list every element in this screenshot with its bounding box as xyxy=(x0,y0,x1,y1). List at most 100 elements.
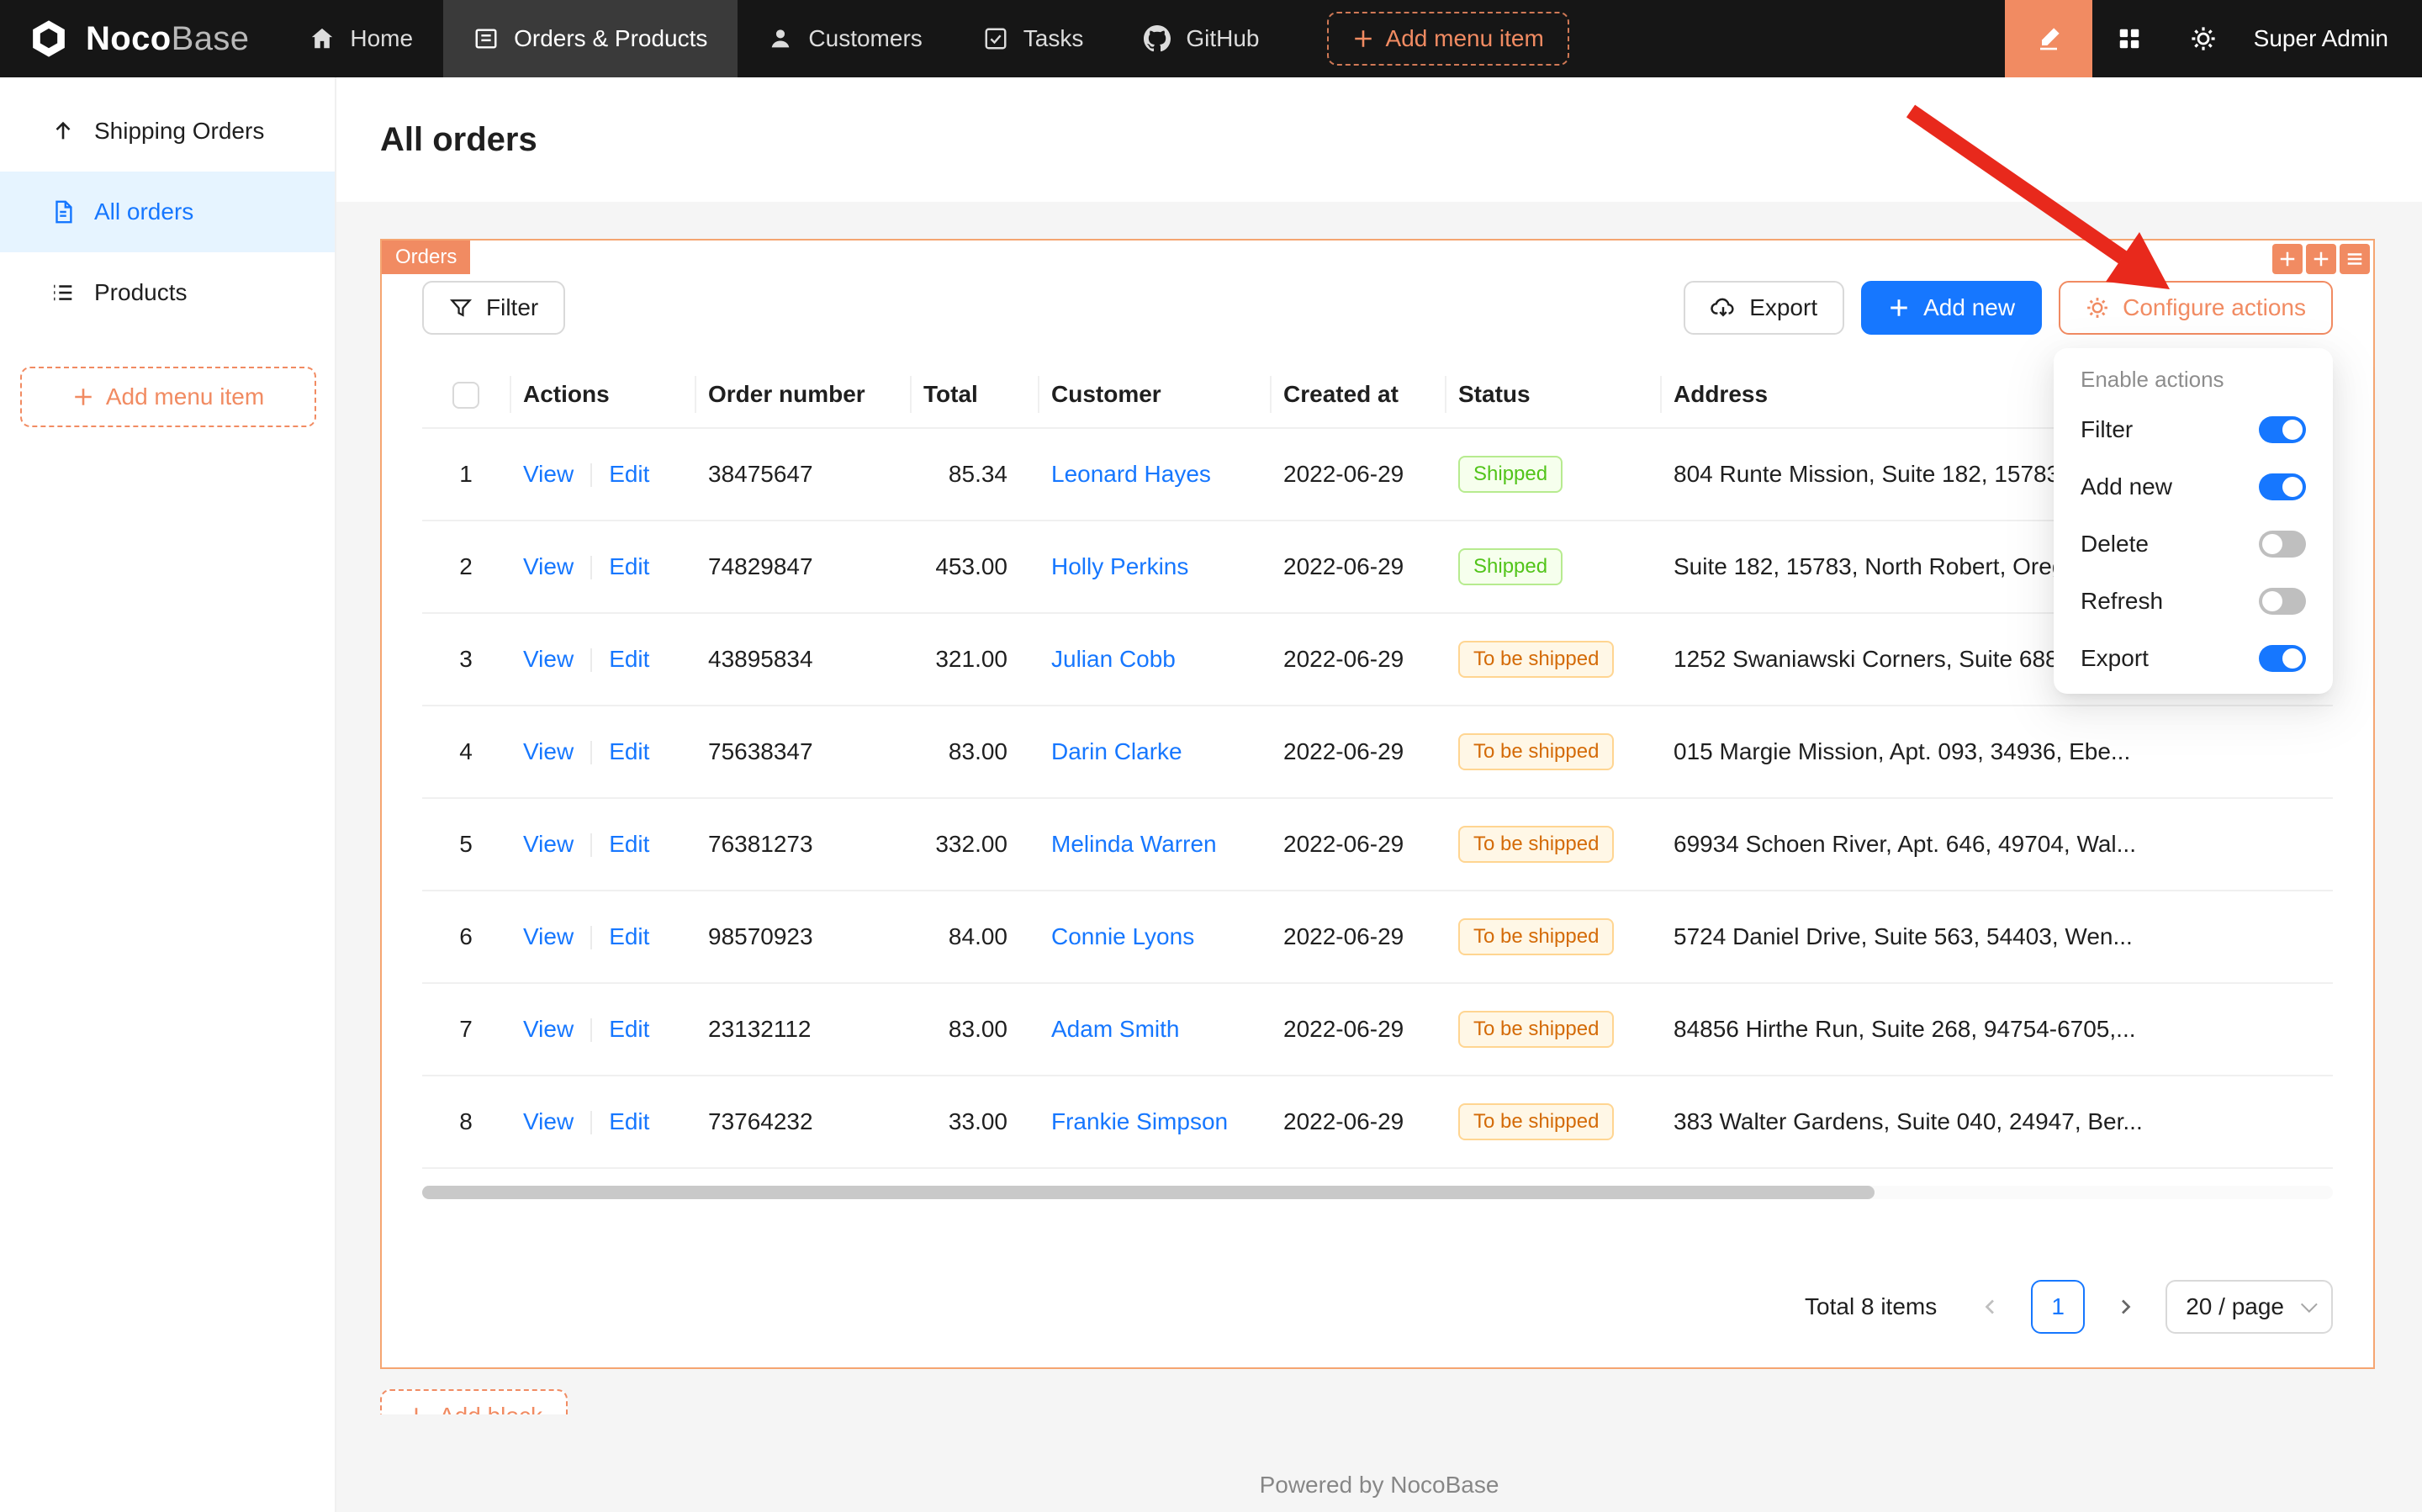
content-area: Orders Filter xyxy=(336,202,2422,1512)
brand[interactable]: NocoBase xyxy=(0,0,279,77)
list-icon xyxy=(50,280,76,305)
cell-order-number: 23132112 xyxy=(695,983,910,1076)
toggle-switch[interactable] xyxy=(2259,645,2306,672)
plugin-manager-button[interactable] xyxy=(2092,0,2166,77)
toggle-switch[interactable] xyxy=(2259,531,2306,558)
view-link[interactable]: View xyxy=(523,646,574,672)
cell-address: 383 Walter Gardens, Suite 040, 24947, Be… xyxy=(1660,1076,2333,1168)
gear-icon xyxy=(2086,296,2109,320)
ui-editor-button[interactable] xyxy=(2005,0,2092,77)
edit-link[interactable]: Edit xyxy=(609,1016,649,1042)
user-menu[interactable]: Super Admin xyxy=(2240,0,2422,77)
row-actions: View Edit xyxy=(510,798,695,891)
sidebar-add-menu-item-button[interactable]: Add menu item xyxy=(20,367,316,427)
view-link[interactable]: View xyxy=(523,738,574,764)
main-area: All orders Orders Filter xyxy=(336,77,2422,1512)
enable-action-delete[interactable]: Delete xyxy=(2060,515,2326,573)
select-all-checkbox[interactable] xyxy=(452,382,479,409)
edit-link[interactable]: Edit xyxy=(609,1108,649,1134)
customer-link[interactable]: Connie Lyons xyxy=(1051,923,1194,949)
view-link[interactable]: View xyxy=(523,553,574,579)
sidebar-item-shipping-orders[interactable]: Shipping Orders xyxy=(0,91,335,172)
column-header-created-at: Created at xyxy=(1270,362,1445,428)
edit-link[interactable]: Edit xyxy=(609,646,649,672)
edit-link[interactable]: Edit xyxy=(609,461,649,487)
chevron-down-icon xyxy=(2301,1296,2318,1313)
edit-link[interactable]: Edit xyxy=(609,738,649,764)
column-header-status: Status xyxy=(1445,362,1660,428)
main-layout: Shipping Orders All orders Products Add me… xyxy=(0,77,2422,1512)
add-new-button[interactable]: Add new xyxy=(1861,281,2042,335)
customer-link[interactable]: Frankie Simpson xyxy=(1051,1108,1228,1134)
cell-status: Shipped xyxy=(1445,428,1660,521)
customer-link[interactable]: Holly Perkins xyxy=(1051,553,1188,579)
cell-customer: Holly Perkins xyxy=(1038,521,1270,613)
orders-table: Actions Order number Total Customer Crea… xyxy=(422,362,2333,1169)
enable-action-filter[interactable]: Filter xyxy=(2060,401,2326,458)
cell-status: To be shipped xyxy=(1445,613,1660,706)
table-row: 7ViewEdit2313211283.00Adam Smith2022-06-… xyxy=(422,983,2333,1076)
plus-icon xyxy=(72,386,94,408)
customer-link[interactable]: Julian Cobb xyxy=(1051,646,1176,672)
sidebar-item-label: All orders xyxy=(94,198,193,225)
block-settings-icon[interactable] xyxy=(2340,244,2370,274)
nav-item-home[interactable]: Home xyxy=(279,0,443,77)
nav-item-orders-products[interactable]: Orders & Products xyxy=(443,0,738,77)
nav-item-tasks[interactable]: Tasks xyxy=(953,0,1114,77)
page-size-select[interactable]: 20 / page xyxy=(2166,1280,2333,1334)
file-icon xyxy=(50,199,76,225)
filter-button[interactable]: Filter xyxy=(422,281,565,335)
drag-handle-icon[interactable] xyxy=(2272,244,2303,274)
nav-add-menu-item-button[interactable]: Add menu item xyxy=(1327,12,1569,66)
edit-link[interactable]: Edit xyxy=(609,831,649,857)
settings-button[interactable] xyxy=(2166,0,2240,77)
export-button[interactable]: Export xyxy=(1684,281,1844,335)
toggle-switch[interactable] xyxy=(2259,416,2306,443)
toggle-switch[interactable] xyxy=(2259,588,2306,615)
customer-link[interactable]: Darin Clarke xyxy=(1051,738,1182,764)
status-badge: To be shipped xyxy=(1458,641,1614,678)
view-link[interactable]: View xyxy=(523,461,574,487)
top-navbar: NocoBase HomeOrders & ProductsCustomersT… xyxy=(0,0,2422,77)
customer-link[interactable]: Adam Smith xyxy=(1051,1016,1180,1042)
enable-action-label: Delete xyxy=(2081,531,2149,558)
add-block-button[interactable]: Add block xyxy=(380,1389,568,1414)
view-link[interactable]: View xyxy=(523,923,574,949)
configure-actions-button[interactable]: Configure actions xyxy=(2059,281,2333,335)
cell-status: To be shipped xyxy=(1445,983,1660,1076)
view-link[interactable]: View xyxy=(523,1108,574,1134)
sidebar-item-products[interactable]: Products xyxy=(0,252,335,333)
edit-link[interactable]: Edit xyxy=(609,923,649,949)
gear-icon xyxy=(2190,25,2217,52)
enable-action-add-new[interactable]: Add new xyxy=(2060,458,2326,515)
prev-page-button[interactable] xyxy=(1964,1280,2017,1334)
horizontal-scrollbar[interactable] xyxy=(422,1186,2333,1199)
row-index: 8 xyxy=(422,1076,510,1168)
row-actions: View Edit xyxy=(510,428,695,521)
view-link[interactable]: View xyxy=(523,831,574,857)
edit-link[interactable]: Edit xyxy=(609,553,649,579)
cell-status: To be shipped xyxy=(1445,891,1660,983)
row-index: 4 xyxy=(422,706,510,798)
enable-action-export[interactable]: Export xyxy=(2060,630,2326,687)
nav-item-github[interactable]: GitHub xyxy=(1113,0,1289,77)
toggle-switch[interactable] xyxy=(2259,473,2306,500)
row-index: 5 xyxy=(422,798,510,891)
row-actions: View Edit xyxy=(510,1076,695,1168)
cell-address: 69934 Schoen River, Apt. 646, 49704, Wal… xyxy=(1660,798,2333,891)
table-row: 8ViewEdit7376423233.00Frankie Simpson202… xyxy=(422,1076,2333,1168)
nav-item-customers[interactable]: Customers xyxy=(738,0,952,77)
cell-customer: Leonard Hayes xyxy=(1038,428,1270,521)
scrollbar-thumb[interactable] xyxy=(422,1186,1875,1199)
sidebar-item-all-orders[interactable]: All orders xyxy=(0,172,335,252)
view-link[interactable]: View xyxy=(523,1016,574,1042)
row-actions: View Edit xyxy=(510,521,695,613)
pagination-total: Total 8 items xyxy=(1805,1293,1937,1320)
enable-action-refresh[interactable]: Refresh xyxy=(2060,573,2326,630)
page-1-button[interactable]: 1 xyxy=(2031,1280,2085,1334)
customer-link[interactable]: Leonard Hayes xyxy=(1051,461,1211,487)
block-initializer-icon[interactable] xyxy=(2306,244,2336,274)
next-page-button[interactable] xyxy=(2098,1280,2152,1334)
customer-link[interactable]: Melinda Warren xyxy=(1051,831,1217,857)
divider xyxy=(590,556,592,579)
